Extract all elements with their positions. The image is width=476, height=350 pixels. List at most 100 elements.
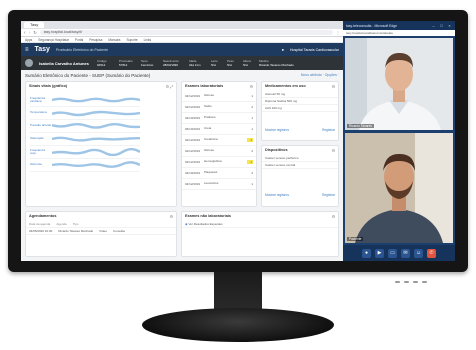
- device-item[interactable]: Cateter venoso central: [262, 162, 338, 169]
- monitor-screen: Tasy ‹ › ↻ tasy.hospital.local/tasy/#/ ⋮…: [21, 21, 455, 261]
- exam-row[interactable]: 02/12/2019 Creatinina 1: [182, 135, 256, 146]
- card-menu-icon[interactable]: ⚙: [250, 84, 253, 89]
- monitor-buttons: [395, 281, 427, 283]
- show-records-link[interactable]: Mostrar registros: [262, 191, 292, 199]
- app-header: ≡ Tasy Prontuário Eletrônico do Paciente…: [21, 43, 343, 56]
- register-link[interactable]: Registrar: [319, 126, 338, 134]
- bookmark-item[interactable]: Apps: [25, 37, 32, 42]
- participants-icon[interactable]: ☺: [414, 248, 423, 258]
- patient-figure: [345, 133, 453, 243]
- app-logo: Tasy: [34, 46, 50, 53]
- close-icon[interactable]: ×: [447, 23, 452, 28]
- url-input[interactable]: tasy.hospital.local/tasy/#/: [39, 30, 333, 35]
- exam-row[interactable]: 02/12/2019 Leucócitos 1: [182, 179, 256, 190]
- call-url[interactable]: tasy.hospital.local/teleconsulta/sala: [343, 30, 455, 36]
- exam-row[interactable]: 06/10/2019 Ureia 1: [182, 124, 256, 135]
- card-menu-icon[interactable]: ⚙: [170, 214, 173, 219]
- bookmark-item[interactable]: Links: [144, 37, 151, 42]
- patient-video: Paciente: [345, 133, 453, 243]
- patient-meta: Código 94512: [97, 59, 107, 67]
- bookmark-item[interactable]: Portal: [75, 37, 83, 42]
- show-records-link[interactable]: Mostrar registros: [262, 126, 292, 134]
- call-title: tasy-teleconsulta - Microsoft Edge: [346, 23, 398, 28]
- list-item[interactable]: ◉ Ver Resultados Especiais: [182, 221, 338, 228]
- product-photo: PHILIPS Tasy ‹ › ↻ tasy.hospital.local/t…: [0, 0, 476, 350]
- reload-icon[interactable]: ↻: [33, 30, 36, 35]
- patient-meta: Prontuário 57812: [119, 59, 133, 67]
- patient-meta: Médico Ricardo Tavares Mochado: [259, 59, 294, 67]
- exams-card: Exames laboratoriais ⚙ 02/12/2019 Glicose 1…: [181, 81, 257, 207]
- participant-name: Ricardo Tavares: [347, 124, 374, 128]
- table-header: Data da agenda Agenda Tipo: [26, 221, 176, 228]
- menu-icon[interactable]: ⋮: [336, 30, 340, 35]
- maximize-icon[interactable]: □: [439, 23, 444, 28]
- exam-row[interactable]: 04/10/2019 Potássio 1: [182, 113, 256, 124]
- exam-row[interactable]: 02/12/2019 Sódio 2: [182, 102, 256, 113]
- table-row[interactable]: 04/05/2020 10:00 Ricardo Tavares Mochado V…: [26, 228, 176, 235]
- hospital-name[interactable]: Hospital Taraxis Cardiovascular: [290, 48, 339, 52]
- hospital-icon: ●: [281, 47, 285, 52]
- devices-card: Dispositivos ⚙ Cateter venoso periférico …: [261, 145, 339, 207]
- vitals-row: Glicemia: [30, 159, 140, 172]
- exam-row[interactable]: 02/12/2019 Glicose 1: [182, 91, 256, 102]
- vitals-card: Sinais vitais (gráfico) ⚙ ⤢ Frequência ca…: [25, 81, 177, 207]
- forward-icon[interactable]: ›: [29, 30, 31, 36]
- exam-row[interactable]: 02/12/2019 Hemoglobina 1: [182, 157, 256, 168]
- patient-meta: Idade 32a 11m: [189, 59, 201, 67]
- browser-tab[interactable]: Tasy: [24, 22, 45, 28]
- medications-card: Medicamentos em uso ⚙ Atenolol 50 mg Dipi…: [261, 81, 339, 141]
- video-call-window: tasy-teleconsulta - Microsoft Edge – □ ×…: [343, 21, 455, 261]
- exam-row[interactable]: 02/12/2019 Glicose 2: [182, 146, 256, 157]
- minimize-icon[interactable]: –: [431, 23, 436, 28]
- card-menu-icon[interactable]: ⚙ ⤢: [166, 84, 174, 89]
- register-link[interactable]: Registrar: [319, 191, 338, 199]
- patient-meta: Nascimento 28/03/1990: [163, 59, 179, 67]
- page-title: Sumário Eletrônico do Paciente - SUEP (S…: [25, 72, 339, 78]
- camera-icon[interactable]: ▶: [375, 248, 384, 258]
- page-options[interactable]: Novo atributo · Opções ·: [301, 73, 339, 77]
- card-menu-icon[interactable]: ⚙: [332, 214, 335, 219]
- patient-name: Isabella Carvalho Antunes: [39, 60, 89, 66]
- monitor-base: [142, 308, 334, 342]
- card-menu-icon[interactable]: ⚙: [332, 148, 335, 153]
- non-lab-exams-card: Exames não laboratoriais ⚙ ◉ Ver Resultad…: [181, 211, 339, 257]
- call-titlebar: tasy-teleconsulta - Microsoft Edge – □ ×: [343, 21, 455, 30]
- patient-meta: Altura N/A: [243, 59, 251, 67]
- patient-meta: Sexo Feminino: [141, 59, 154, 67]
- patient-meta: Leito N/A: [211, 59, 218, 67]
- hangup-icon[interactable]: ✆: [427, 248, 436, 258]
- medication-item[interactable]: AAS 100 mg: [262, 105, 338, 112]
- bookmark-item[interactable]: Suporte: [126, 37, 137, 42]
- highlight-value: 1: [247, 138, 253, 142]
- back-icon[interactable]: ‹: [24, 30, 26, 36]
- breadcrumb[interactable]: Prontuário Eletrônico do Paciente: [56, 48, 276, 52]
- card-menu-icon[interactable]: ⚙: [332, 84, 335, 89]
- vitals-row: Pressão arterial: [30, 120, 140, 133]
- card-title: Agendamentos ⚙: [29, 214, 173, 219]
- call-controls: ● ▶ ▭ ✉ ☺ ✆: [343, 245, 455, 261]
- appointments-table: Data da agenda Agenda Tipo 04/05/2020 10:0…: [26, 221, 176, 235]
- mic-icon[interactable]: ●: [362, 248, 371, 258]
- card-title: Sinais vitais (gráfico) ⚙ ⤢: [29, 84, 174, 89]
- participant-name: Paciente: [347, 237, 364, 241]
- vitals-row: Temperatura: [30, 107, 140, 120]
- hamburger-icon[interactable]: ≡: [25, 47, 29, 53]
- address-bar: ‹ › ↻ tasy.hospital.local/tasy/#/ ⋮: [21, 29, 343, 37]
- vitals-chart: Frequência cardíaca Temperatura Pressão …: [30, 94, 140, 172]
- medication-item[interactable]: Dipirona Sódica 500 mg: [262, 98, 338, 105]
- exam-row[interactable]: 04/10/2019 Plaquetas 2: [182, 168, 256, 179]
- screen-share-icon[interactable]: ▭: [388, 248, 397, 258]
- bookmark-item[interactable]: Segurança Hospitalar: [38, 37, 69, 42]
- card-title: Exames não laboratoriais ⚙: [185, 214, 335, 219]
- doctor-video: Ricardo Tavares: [345, 38, 453, 130]
- patient-bar: Isabella Carvalho Antunes Código 94512 Pr…: [21, 56, 343, 70]
- bookmark-item[interactable]: Manuais: [108, 37, 120, 42]
- medication-item[interactable]: Atenolol 50 mg: [262, 91, 338, 98]
- device-item[interactable]: Cateter venoso periférico: [262, 155, 338, 162]
- chat-icon[interactable]: ✉: [401, 248, 410, 258]
- card-title: Dispositivos ⚙: [265, 148, 335, 153]
- bookmark-item[interactable]: Pesquisa: [89, 37, 102, 42]
- vitals-row: Frequência cardíaca: [30, 94, 140, 107]
- highlight-value: 1: [247, 160, 253, 164]
- appointments-card: Agendamentos ⚙ Data da agenda Agenda Tipo 0…: [25, 211, 177, 257]
